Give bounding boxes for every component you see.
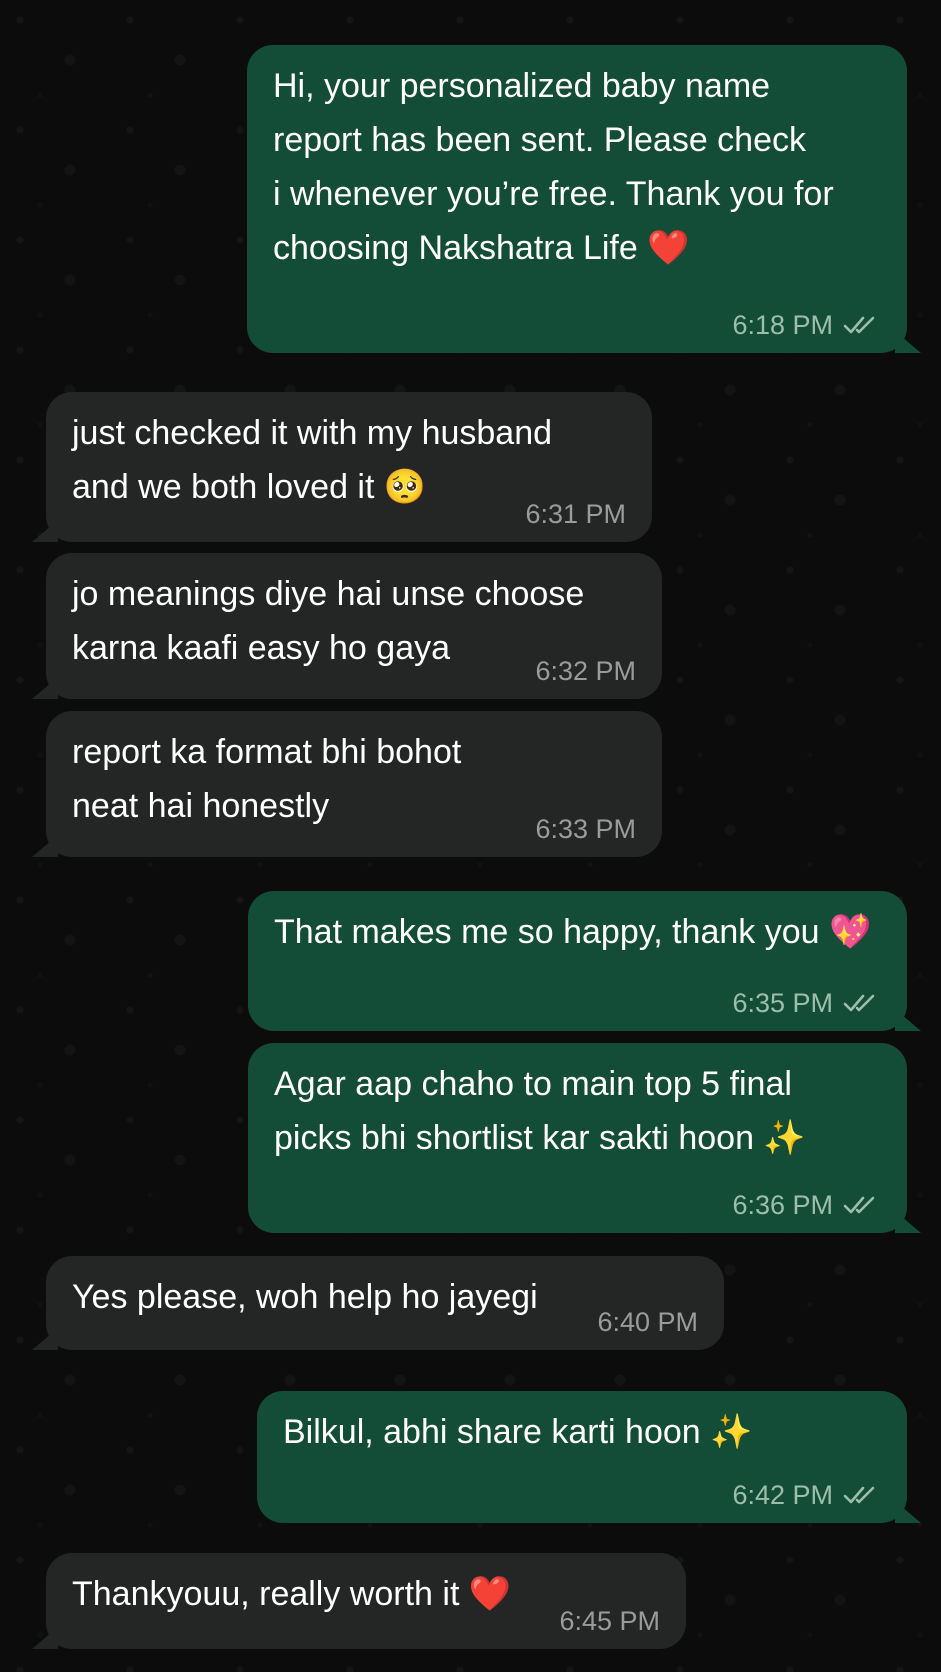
message-meta: 6:45 PM	[559, 1605, 660, 1637]
message-time: 6:32 PM	[535, 656, 636, 686]
message-bubble-outgoing[interactable]: Agar aap chaho to main top 5 final picks …	[248, 1043, 921, 1233]
message-meta: 6:33 PM	[535, 813, 636, 845]
message-time: 6:36 PM	[732, 1190, 833, 1220]
double-check-icon	[843, 994, 875, 1012]
message-time: 6:45 PM	[559, 1606, 660, 1636]
double-check-icon	[843, 1486, 875, 1504]
message-text: report ka format bhi bohot neat hai hones…	[72, 733, 462, 825]
message-bubble-incoming[interactable]: Yes please, woh help ho jayegi 6:40 PM	[32, 1256, 724, 1350]
message-text: Hi, your personalized baby name report ha…	[273, 67, 834, 267]
message-meta: 6:35 PM	[732, 987, 881, 1019]
message-meta: 6:18 PM	[732, 309, 881, 341]
message-bubble-incoming[interactable]: jo meanings diye hai unse choose karna ka…	[32, 553, 662, 699]
message-bubble-incoming[interactable]: Thankyouu, really worth it ❤️ 6:45 PM	[32, 1553, 686, 1649]
message-text: Bilkul, abhi share karti hoon ✨	[283, 1413, 753, 1451]
message-text: Thankyouu, really worth it ❤️	[72, 1575, 512, 1613]
message-time: 6:42 PM	[732, 1480, 833, 1510]
message-text: just checked it with my husband and we bo…	[72, 414, 553, 506]
message-bubble-incoming[interactable]: just checked it with my husband and we bo…	[32, 392, 652, 542]
message-time: 6:40 PM	[597, 1307, 698, 1337]
message-bubble-outgoing[interactable]: That makes me so happy, thank you 💖 6:35…	[248, 891, 921, 1031]
message-meta: 6:42 PM	[732, 1479, 881, 1511]
message-bubble-outgoing[interactable]: Bilkul, abhi share karti hoon ✨ 6:42 PM	[257, 1391, 921, 1523]
message-time: 6:31 PM	[525, 499, 626, 529]
message-time: 6:18 PM	[732, 310, 833, 340]
message-time: 6:33 PM	[535, 814, 636, 844]
message-meta: 6:40 PM	[597, 1306, 698, 1338]
message-text: Yes please, woh help ho jayegi	[72, 1278, 538, 1316]
message-time: 6:35 PM	[732, 988, 833, 1018]
message-meta: 6:32 PM	[535, 655, 636, 687]
message-bubble-outgoing[interactable]: Hi, your personalized baby name report ha…	[247, 45, 921, 353]
double-check-icon	[843, 316, 875, 334]
message-bubble-incoming[interactable]: report ka format bhi bohot neat hai hones…	[32, 711, 662, 857]
double-check-icon	[843, 1196, 875, 1214]
chat-thread[interactable]: Hi, your personalized baby name report ha…	[0, 0, 941, 1672]
message-text: jo meanings diye hai unse choose karna ka…	[72, 575, 585, 667]
message-text: Agar aap chaho to main top 5 final picks …	[274, 1065, 806, 1157]
message-text: That makes me so happy, thank you 💖	[274, 913, 872, 951]
message-meta: 6:36 PM	[732, 1189, 881, 1221]
message-meta: 6:31 PM	[525, 498, 626, 530]
